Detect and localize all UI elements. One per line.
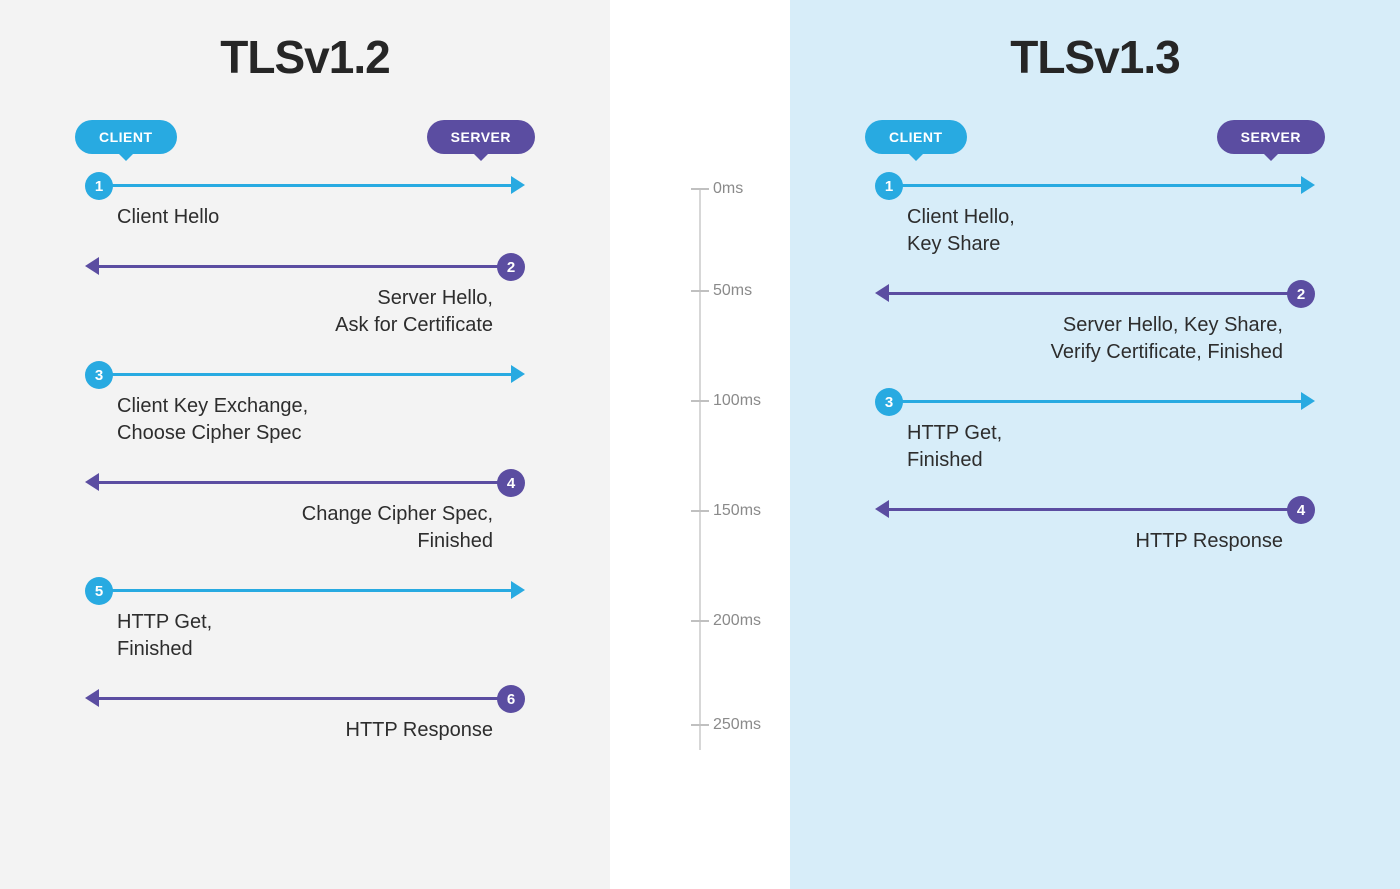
- arrow-head-icon: [511, 581, 525, 599]
- arrow-head-icon: [511, 365, 525, 383]
- handshake-step: 2Server Hello,Ask for Certificate: [55, 253, 555, 349]
- arrow-client-to-server-icon: 5: [85, 577, 525, 605]
- step-description: Client Hello,Key Share: [875, 200, 1315, 268]
- arrow-line: [93, 697, 501, 700]
- step-number-badge: 2: [1287, 280, 1315, 308]
- step-number-badge: 4: [1287, 496, 1315, 524]
- step-description: HTTP Get,Finished: [875, 416, 1315, 484]
- client-badge: CLIENT: [75, 120, 177, 154]
- step-description: Client Hello: [85, 200, 525, 241]
- tick-label: 0ms: [713, 180, 743, 198]
- arrow-line: [899, 184, 1307, 187]
- handshake-step: 4HTTP Response: [845, 496, 1345, 565]
- arrow-head-icon: [875, 500, 889, 518]
- panel-tls13: TLSv1.3 CLIENT SERVER 1Client Hello,Key …: [790, 0, 1400, 889]
- messages-left: 1Client Hello 2Server Hello,Ask for Certi…: [55, 172, 555, 754]
- tick-mark: [691, 510, 709, 512]
- tick-label: 100ms: [713, 392, 761, 410]
- step-number-badge: 5: [85, 577, 113, 605]
- arrow-line: [883, 508, 1291, 511]
- timeline-tick: 200ms: [691, 620, 709, 622]
- step-number-badge: 3: [875, 388, 903, 416]
- handshake-step: 4Change Cipher Spec,Finished: [55, 469, 555, 565]
- server-badge: SERVER: [1217, 120, 1325, 154]
- panel-tls12: TLSv1.2 CLIENT SERVER 1Client Hello 2Serv…: [0, 0, 610, 889]
- client-badge: CLIENT: [865, 120, 967, 154]
- tick-label: 250ms: [713, 716, 761, 734]
- step-description: HTTP Response: [85, 713, 525, 754]
- arrow-server-to-client-icon: 4: [85, 469, 525, 497]
- handshake-step: 3HTTP Get,Finished: [845, 388, 1345, 484]
- arrow-head-icon: [1301, 392, 1315, 410]
- step-description: Change Cipher Spec,Finished: [85, 497, 525, 565]
- messages-right: 1Client Hello,Key Share 2Server Hello, Ke…: [845, 172, 1345, 565]
- tick-label: 50ms: [713, 282, 752, 300]
- badges-right: CLIENT SERVER: [865, 120, 1325, 154]
- arrow-server-to-client-icon: 2: [85, 253, 525, 281]
- arrow-head-icon: [1301, 176, 1315, 194]
- panel-title-left: TLSv1.2: [55, 30, 555, 84]
- arrow-server-to-client-icon: 6: [85, 685, 525, 713]
- timeline-axis: 0ms 50ms 100ms 150ms 200ms 250ms: [610, 0, 790, 889]
- timeline-tick: 250ms: [691, 724, 709, 726]
- arrow-client-to-server-icon: 3: [85, 361, 525, 389]
- step-number-badge: 6: [497, 685, 525, 713]
- arrow-server-to-client-icon: 2: [875, 280, 1315, 308]
- step-description: Server Hello,Ask for Certificate: [85, 281, 525, 349]
- step-number-badge: 1: [85, 172, 113, 200]
- handshake-step: 5HTTP Get,Finished: [55, 577, 555, 673]
- timeline-tick: 0ms: [691, 188, 709, 190]
- step-number-badge: 4: [497, 469, 525, 497]
- tick-mark: [691, 188, 709, 190]
- step-description: Server Hello, Key Share,Verify Certifica…: [875, 308, 1315, 376]
- arrow-line: [109, 184, 517, 187]
- tick-label: 200ms: [713, 612, 761, 630]
- timeline-tick: 150ms: [691, 510, 709, 512]
- arrow-head-icon: [85, 473, 99, 491]
- step-number-badge: 1: [875, 172, 903, 200]
- arrow-line: [109, 589, 517, 592]
- server-badge: SERVER: [427, 120, 535, 154]
- handshake-step: 3Client Key Exchange,Choose Cipher Spec: [55, 361, 555, 457]
- handshake-step: 6HTTP Response: [55, 685, 555, 754]
- timeline-tick: 50ms: [691, 290, 709, 292]
- handshake-step: 2Server Hello, Key Share,Verify Certific…: [845, 280, 1345, 376]
- arrow-head-icon: [85, 689, 99, 707]
- handshake-step: 1Client Hello: [55, 172, 555, 241]
- step-number-badge: 2: [497, 253, 525, 281]
- arrow-client-to-server-icon: 1: [875, 172, 1315, 200]
- step-description: HTTP Get,Finished: [85, 605, 525, 673]
- arrow-head-icon: [875, 284, 889, 302]
- tick-mark: [691, 400, 709, 402]
- tick-mark: [691, 724, 709, 726]
- badges-left: CLIENT SERVER: [75, 120, 535, 154]
- arrow-head-icon: [85, 257, 99, 275]
- handshake-step: 1Client Hello,Key Share: [845, 172, 1345, 268]
- timeline-tick: 100ms: [691, 400, 709, 402]
- arrow-server-to-client-icon: 4: [875, 496, 1315, 524]
- arrow-line: [109, 373, 517, 376]
- arrow-client-to-server-icon: 1: [85, 172, 525, 200]
- arrow-head-icon: [511, 176, 525, 194]
- timeline-line: [699, 190, 701, 750]
- panel-title-right: TLSv1.3: [845, 30, 1345, 84]
- tick-mark: [691, 290, 709, 292]
- step-description: Client Key Exchange,Choose Cipher Spec: [85, 389, 525, 457]
- step-description: HTTP Response: [875, 524, 1315, 565]
- arrow-client-to-server-icon: 3: [875, 388, 1315, 416]
- tick-label: 150ms: [713, 502, 761, 520]
- tick-mark: [691, 620, 709, 622]
- arrow-line: [899, 400, 1307, 403]
- arrow-line: [93, 481, 501, 484]
- arrow-line: [93, 265, 501, 268]
- arrow-line: [883, 292, 1291, 295]
- step-number-badge: 3: [85, 361, 113, 389]
